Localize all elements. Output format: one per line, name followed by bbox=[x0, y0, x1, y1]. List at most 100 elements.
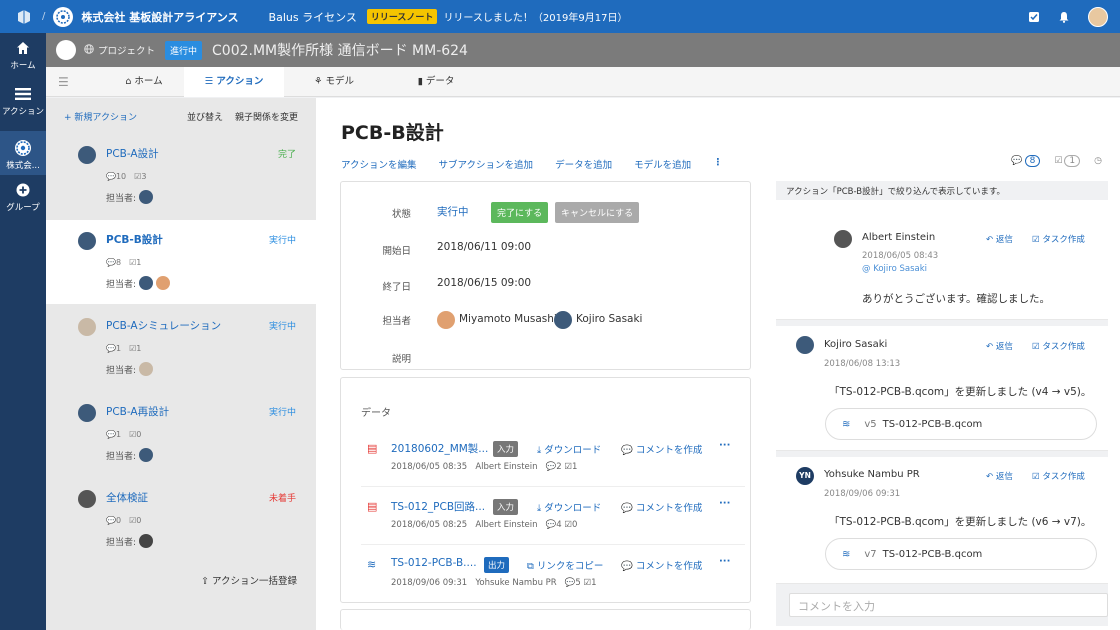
reply-label: 返信 bbox=[995, 342, 1013, 352]
task-counter[interactable]: ☑ 1 bbox=[1054, 155, 1081, 167]
create-comment-link[interactable]: 💬 コメントを作成 bbox=[621, 558, 702, 572]
action-item-overall-verification[interactable]: 全体検証 未着手 💬0 ☑0 担当者: bbox=[46, 478, 316, 562]
announcement-text[interactable]: リリースしました！（2019年9月17日） bbox=[443, 9, 627, 24]
data-date: 2018/06/05 08:25 bbox=[391, 520, 468, 530]
assignee-avatar bbox=[156, 276, 171, 290]
more-vertical-icon[interactable]: ⋮ bbox=[713, 157, 723, 171]
org-name[interactable]: 株式会社 基板設計アライアンス bbox=[81, 9, 238, 25]
action-item-pcb-a[interactable]: PCB-A設計 完了 💬10 ☑3 担当者: bbox=[46, 134, 316, 218]
action-name[interactable]: PCB-B設計 bbox=[106, 232, 163, 247]
comment-body: ありがとうございます。確認しました。 bbox=[862, 293, 1050, 305]
comment-avatar: YN bbox=[796, 467, 814, 485]
action-name[interactable]: PCB-A再設計 bbox=[106, 404, 169, 419]
change-relation-button[interactable]: 親子関係を変更 bbox=[235, 110, 298, 123]
assignee-label: 担当者: bbox=[106, 193, 137, 204]
comment-author[interactable]: Albert Einstein bbox=[862, 232, 935, 243]
nav-home[interactable]: ホーム bbox=[0, 33, 46, 79]
release-notes-badge[interactable]: リリースノート bbox=[366, 9, 438, 24]
action-title: PCB-B設計 bbox=[341, 122, 444, 144]
add-subaction-link[interactable]: サブアクションを追加 bbox=[439, 157, 534, 171]
more-horizontal-icon[interactable]: ··· bbox=[719, 440, 730, 451]
tab-model[interactable]: ⚘ モデル bbox=[294, 67, 374, 97]
comment-input[interactable]: コメントを入力 bbox=[789, 593, 1108, 617]
menu-icon[interactable]: ☰ bbox=[58, 75, 69, 89]
tab-data[interactable]: ▮ データ bbox=[396, 67, 476, 97]
file-chip[interactable]: ≋ v7 TS-012-PCB-B.qcom bbox=[825, 538, 1097, 570]
nav-action-label: アクション bbox=[1, 107, 45, 117]
complete-button[interactable]: 完了にする bbox=[491, 202, 549, 223]
checkbox-icon[interactable] bbox=[1028, 11, 1040, 23]
license-name: Balus ライセンス bbox=[268, 10, 357, 24]
pdf-file-icon: ▤ bbox=[367, 500, 378, 513]
action-status: 実行中 bbox=[268, 408, 296, 418]
tab-home[interactable]: ⌂ ホーム bbox=[104, 67, 184, 97]
data-section-title: データ bbox=[361, 408, 391, 419]
action-assignees: 担当者: bbox=[106, 362, 154, 376]
file-name: TS-012-PCB-B.qcom bbox=[882, 418, 983, 430]
action-toolbar: アクションを編集 サブアクションを追加 データを追加 モデルを追加 ⋮ bbox=[341, 157, 723, 171]
project-breadcrumb[interactable]: プロジェクト bbox=[98, 43, 155, 57]
org-logo-icon[interactable] bbox=[53, 6, 74, 27]
sort-button[interactable]: 並び替え bbox=[187, 110, 223, 123]
more-horizontal-icon[interactable]: ··· bbox=[719, 498, 730, 509]
tab-action[interactable]: ☰ アクション bbox=[184, 67, 284, 97]
user-avatar[interactable] bbox=[1088, 6, 1108, 27]
copy-link-label: リンクをコピー bbox=[536, 561, 604, 572]
assignee-1[interactable]: Miyamoto Musashi bbox=[459, 313, 557, 325]
action-item-pcb-a-sim[interactable]: PCB-Aシミュレーション 実行中 💬1 ☑1 担当者: bbox=[46, 306, 316, 390]
nav-group[interactable]: グループ bbox=[0, 175, 46, 221]
data-user: Albert Einstein bbox=[475, 462, 538, 472]
action-item-pcb-b[interactable]: PCB-B設計 実行中 💬8 ☑1 担当者: bbox=[46, 220, 316, 304]
reply-button[interactable]: ↶ 返信 bbox=[986, 470, 1013, 482]
add-model-link[interactable]: モデルを追加 bbox=[634, 157, 691, 171]
task-count-value: 1 bbox=[571, 462, 578, 472]
download-link[interactable]: ⤓ ダウンロード bbox=[537, 442, 601, 456]
download-link[interactable]: ⤓ ダウンロード bbox=[537, 500, 601, 514]
comment-count-value: 2 bbox=[556, 462, 562, 472]
add-data-link[interactable]: データを追加 bbox=[555, 157, 612, 171]
file-chip[interactable]: ≋ v5 TS-012-PCB-B.qcom bbox=[825, 408, 1097, 440]
new-action-button[interactable]: + 新規アクション bbox=[64, 110, 137, 123]
create-task-button[interactable]: ☑ タスク作成 bbox=[1032, 470, 1085, 482]
comment-author[interactable]: Yohsuke Nambu PR bbox=[824, 469, 920, 480]
data-name-link[interactable]: TS-012-PCB-B.... bbox=[391, 557, 477, 569]
file-version: v5 bbox=[864, 418, 877, 430]
task-count-value: 1 bbox=[136, 344, 142, 353]
task-count-value: 1 bbox=[136, 258, 142, 267]
nav-org[interactable]: 株式会... bbox=[0, 131, 46, 175]
assignee-avatar bbox=[139, 190, 154, 204]
bulk-register-button[interactable]: ⇪ アクション一括登録 bbox=[201, 573, 297, 587]
data-name-link[interactable]: 20180602_MM製... bbox=[391, 441, 488, 456]
action-name[interactable]: PCB-A設計 bbox=[106, 146, 159, 161]
reply-button[interactable]: ↶ 返信 bbox=[986, 340, 1013, 352]
history-icon[interactable]: ◷ bbox=[1094, 156, 1102, 166]
edit-action-link[interactable]: アクションを編集 bbox=[341, 157, 417, 171]
project-header: プロジェクト 進行中 C002.MM製作所様 通信ボード MM-624 bbox=[46, 33, 1120, 67]
action-name[interactable]: PCB-Aシミュレーション bbox=[106, 318, 221, 333]
assignee-avatar bbox=[139, 448, 154, 462]
action-name[interactable]: 全体検証 bbox=[106, 490, 148, 505]
create-comment-link[interactable]: 💬 コメントを作成 bbox=[621, 500, 702, 514]
comment-author[interactable]: Kojiro Sasaki bbox=[824, 339, 887, 350]
app-logo-icon[interactable] bbox=[14, 7, 34, 27]
assignee-label: 担当者: bbox=[106, 365, 137, 376]
end-date-label: 終了日 bbox=[382, 282, 411, 293]
assignee-2[interactable]: Kojiro Sasaki bbox=[576, 313, 642, 325]
nav-org-label: 株式会... bbox=[6, 161, 40, 171]
create-comment-link[interactable]: 💬 コメントを作成 bbox=[621, 442, 702, 456]
cancel-action-button[interactable]: キャンセルにする bbox=[555, 202, 640, 223]
nav-action[interactable]: アクション bbox=[0, 79, 46, 125]
assignee-avatar bbox=[437, 311, 455, 329]
task-count-value: 0 bbox=[136, 430, 142, 439]
reply-button[interactable]: ↶ 返信 bbox=[986, 233, 1013, 245]
copy-link[interactable]: ⧉ リンクをコピー bbox=[527, 558, 603, 572]
properties-card: 状態 実行中 完了にする キャンセルにする 開始日 2018/06/11 09:… bbox=[340, 181, 751, 370]
create-task-button[interactable]: ☑ タスク作成 bbox=[1032, 233, 1085, 245]
comment-mention[interactable]: @ Kojiro Sasaki bbox=[862, 264, 927, 274]
data-name-link[interactable]: TS-012_PCB回路... bbox=[391, 499, 485, 514]
action-item-pcb-a-redesign[interactable]: PCB-A再設計 実行中 💬1 ☑0 担当者: bbox=[46, 392, 316, 476]
bell-icon[interactable] bbox=[1058, 11, 1070, 23]
create-task-button[interactable]: ☑ タスク作成 bbox=[1032, 340, 1085, 352]
comment-counter[interactable]: 💬 8 bbox=[1011, 155, 1041, 167]
more-horizontal-icon[interactable]: ··· bbox=[719, 556, 730, 567]
